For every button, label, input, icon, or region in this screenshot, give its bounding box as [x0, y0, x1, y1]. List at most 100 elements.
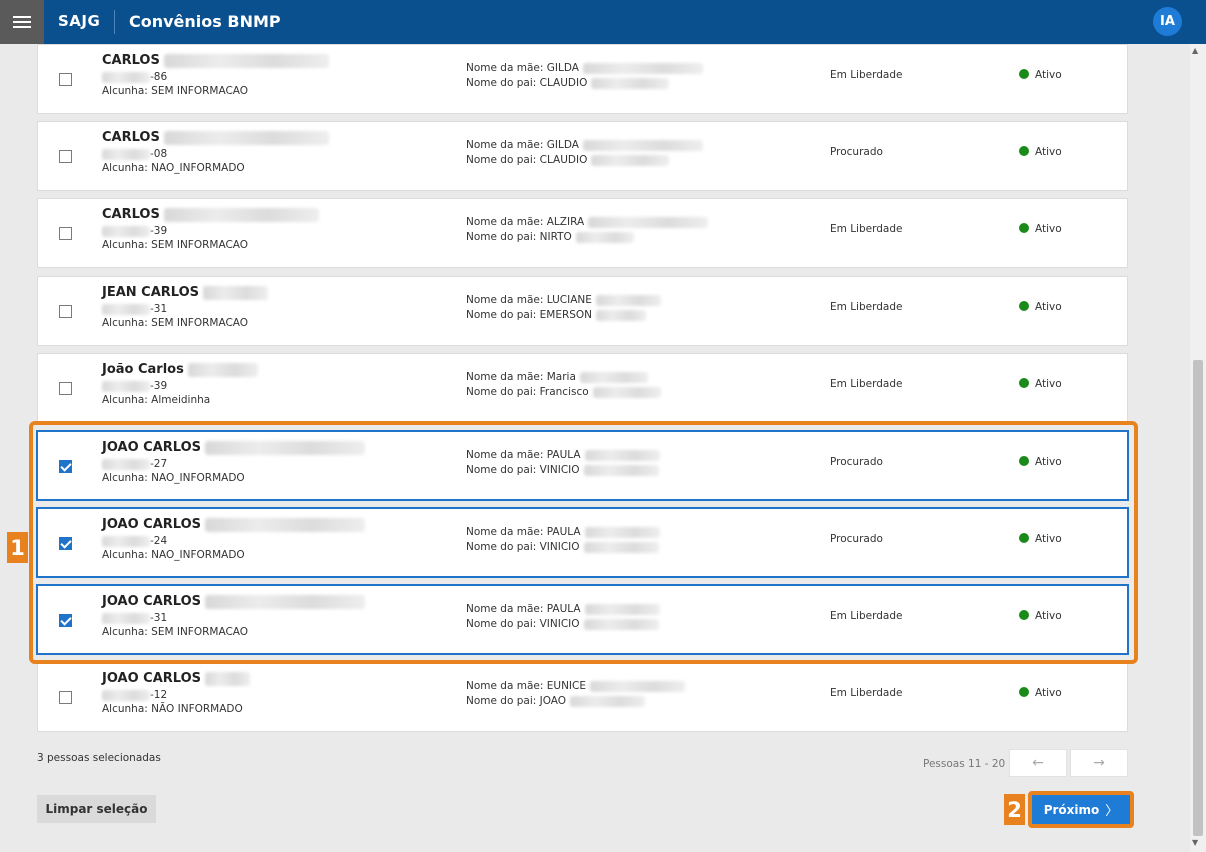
alias-value: NÃO INFORMADO — [151, 703, 243, 715]
list-item[interactable]: JOAO CARLOS -12 Alcunha: NÃO INFORMADO Nome… — [37, 662, 1128, 732]
pager-prev-button[interactable]: ← — [1009, 749, 1067, 777]
status-dot-icon — [1019, 378, 1029, 388]
status-dot-icon — [1019, 301, 1029, 311]
mother-value: ALZIRA — [546, 216, 585, 228]
person-document: -39 — [102, 225, 167, 237]
redacted-surname — [163, 207, 319, 222]
status-badge: Ativo — [1019, 69, 1062, 81]
row-checkbox[interactable] — [59, 305, 72, 318]
scroll-up-icon[interactable]: ▲ — [1192, 46, 1198, 55]
person-alias: Alcunha: NÃO INFORMADO — [102, 703, 243, 715]
mother-value: LUCIANE — [546, 294, 592, 306]
father-name: Nome do pai: NIRTO — [466, 231, 634, 243]
situation-text: Procurado — [830, 146, 883, 158]
father-name: Nome do pai: CLAUDIO — [466, 154, 670, 166]
father-value: JOAO — [539, 695, 567, 707]
redacted-mother — [582, 62, 703, 74]
scroll-down-icon[interactable]: ▼ — [1192, 838, 1198, 847]
father-name: Nome do pai: CLAUDIO — [466, 77, 670, 89]
avatar[interactable]: IA — [1153, 7, 1182, 36]
father-label: Nome do pai: — [466, 231, 540, 243]
redacted-father — [575, 231, 634, 243]
document-suffix: -39 — [150, 380, 168, 392]
list-item[interactable]: CARLOS -86 Alcunha: SEM INFORMACAO Nome da … — [37, 44, 1128, 114]
father-label: Nome do pai: — [466, 77, 540, 89]
mother-label: Nome da mãe: — [466, 216, 547, 228]
scrollbar-thumb[interactable] — [1193, 360, 1203, 836]
document-suffix: -12 — [150, 689, 168, 701]
redacted-document — [102, 380, 150, 392]
mother-label: Nome da mãe: — [466, 139, 547, 151]
next-button[interactable]: Próximo 〉 — [1032, 795, 1130, 824]
list-item[interactable]: CARLOS -08 Alcunha: NAO_INFORMADO Nome da m… — [37, 121, 1128, 191]
page-title: Convênios BNMP — [129, 12, 281, 31]
alias-label: Alcunha: — [102, 162, 152, 174]
document-suffix: -08 — [150, 148, 168, 160]
mother-value: EUNICE — [546, 680, 586, 692]
person-alias: Alcunha: SEM INFORMACAO — [102, 317, 248, 329]
person-alias: Alcunha: Almeidinha — [102, 394, 210, 406]
alias-label: Alcunha: — [102, 85, 152, 97]
father-value: CLAUDIO — [539, 77, 588, 89]
person-name: João Carlos — [102, 362, 258, 377]
clear-selection-button[interactable]: Limpar seleção — [37, 795, 156, 823]
alias-label: Alcunha: — [102, 703, 152, 715]
status-badge: Ativo — [1019, 146, 1062, 158]
person-name: CARLOS — [102, 53, 329, 68]
mother-value: GILDA — [546, 139, 579, 151]
redacted-document — [102, 303, 150, 315]
situation-text: Em Liberdade — [830, 378, 903, 390]
redacted-mother — [579, 371, 648, 383]
father-value: EMERSON — [539, 309, 593, 321]
person-name-text: CARLOS — [102, 53, 160, 68]
redacted-mother — [588, 216, 709, 228]
person-name-text: CARLOS — [102, 130, 160, 145]
selected-count: 3 pessoas selecionadas — [37, 752, 161, 764]
redacted-document — [102, 71, 150, 83]
list-item[interactable]: João Carlos -39 Alcunha: Almeidinha Nome da… — [37, 353, 1128, 423]
person-name: JOAO CARLOS — [102, 671, 251, 686]
situation-text: Em Liberdade — [830, 687, 903, 699]
person-name: CARLOS — [102, 130, 329, 145]
document-suffix: -86 — [150, 71, 168, 83]
person-name-text: JOAO CARLOS — [102, 671, 202, 686]
status-text: Ativo — [1035, 378, 1062, 390]
person-document: -86 — [102, 71, 167, 83]
redacted-mother — [595, 294, 661, 306]
row-checkbox[interactable] — [59, 382, 72, 395]
status-dot-icon — [1019, 223, 1029, 233]
situation-text: Em Liberdade — [830, 69, 903, 81]
father-name: Nome do pai: Francisco — [466, 386, 661, 398]
mother-name: Nome da mãe: Maria — [466, 371, 648, 383]
redacted-surname — [163, 130, 329, 145]
redacted-surname — [187, 362, 258, 377]
status-dot-icon — [1019, 146, 1029, 156]
status-badge: Ativo — [1019, 687, 1062, 699]
row-checkbox[interactable] — [59, 691, 72, 704]
alias-label: Alcunha: — [102, 239, 152, 251]
status-text: Ativo — [1035, 223, 1062, 235]
row-checkbox[interactable] — [59, 227, 72, 240]
alias-value: SEM INFORMACAO — [151, 317, 249, 329]
father-name: Nome do pai: JOAO — [466, 695, 646, 707]
person-name-text: CARLOS — [102, 207, 160, 222]
status-badge: Ativo — [1019, 301, 1062, 313]
mother-label: Nome da mãe: — [466, 371, 547, 383]
menu-button[interactable] — [0, 0, 44, 44]
father-label: Nome do pai: — [466, 309, 540, 321]
arrow-right-icon: → — [1093, 755, 1105, 771]
person-name-text: JEAN CARLOS — [102, 285, 200, 300]
person-name-text: João Carlos — [102, 362, 184, 377]
list-item[interactable]: JEAN CARLOS -31 Alcunha: SEM INFORMACAO Nom… — [37, 276, 1128, 346]
pager-next-button[interactable]: → — [1070, 749, 1128, 777]
father-value: Francisco — [539, 386, 589, 398]
list-item[interactable]: CARLOS -39 Alcunha: SEM INFORMACAO Nome da … — [37, 198, 1128, 268]
redacted-document — [102, 225, 150, 237]
row-checkbox[interactable] — [59, 150, 72, 163]
top-bar: SAJG Convênios BNMP IA — [0, 0, 1206, 44]
status-text: Ativo — [1035, 687, 1062, 699]
father-value: NIRTO — [539, 231, 572, 243]
row-checkbox[interactable] — [59, 73, 72, 86]
status-dot-icon — [1019, 687, 1029, 697]
status-text: Ativo — [1035, 69, 1062, 81]
